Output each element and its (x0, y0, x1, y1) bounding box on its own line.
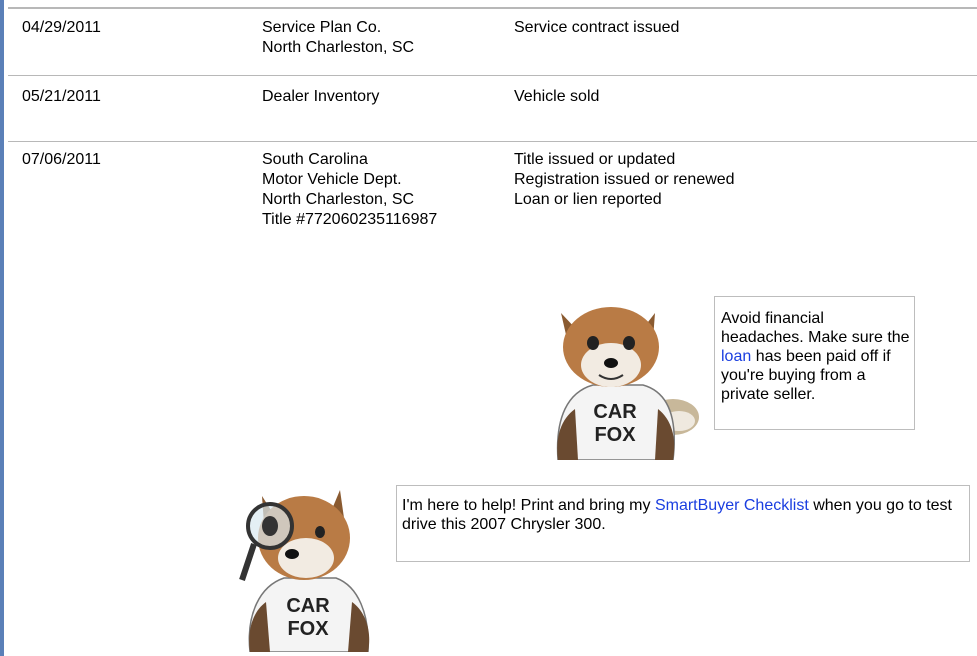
smartbuyer-checklist-link[interactable]: SmartBuyer Checklist (655, 497, 809, 514)
record-date: 05/21/2011 (22, 88, 101, 105)
record-source: South Carolina Motor Vehicle Dept. North… (262, 151, 438, 228)
tip-checklist-callout: I'm here to help! Print and bring my Sma… (396, 485, 970, 562)
record-source: Dealer Inventory (262, 88, 380, 105)
record-source: Service Plan Co. North Charleston, SC (262, 19, 415, 56)
carfox-mascot-icon: CAR FOX (556, 307, 699, 460)
record-date: 04/29/2011 (22, 19, 101, 36)
record-events: Vehicle sold (514, 88, 600, 105)
shirt-text-fox: FOX (287, 618, 329, 640)
tip-loan-callout: Avoid financial headaches. Make sure the… (714, 296, 915, 430)
shirt-text-fox: FOX (594, 424, 636, 446)
row-divider (8, 141, 977, 142)
shirt-text-car: CAR (286, 595, 330, 617)
shirt-text-car: CAR (593, 401, 637, 423)
record-events: Title issued or updated Registration iss… (514, 151, 735, 208)
loan-link[interactable]: loan (721, 348, 751, 365)
record-events: Service contract issued (514, 19, 680, 36)
carfox-magnifier-mascot-icon: CAR FOX (239, 490, 370, 652)
record-date: 07/06/2011 (22, 151, 101, 168)
table-top-rule (8, 7, 977, 9)
row-divider (8, 75, 977, 76)
